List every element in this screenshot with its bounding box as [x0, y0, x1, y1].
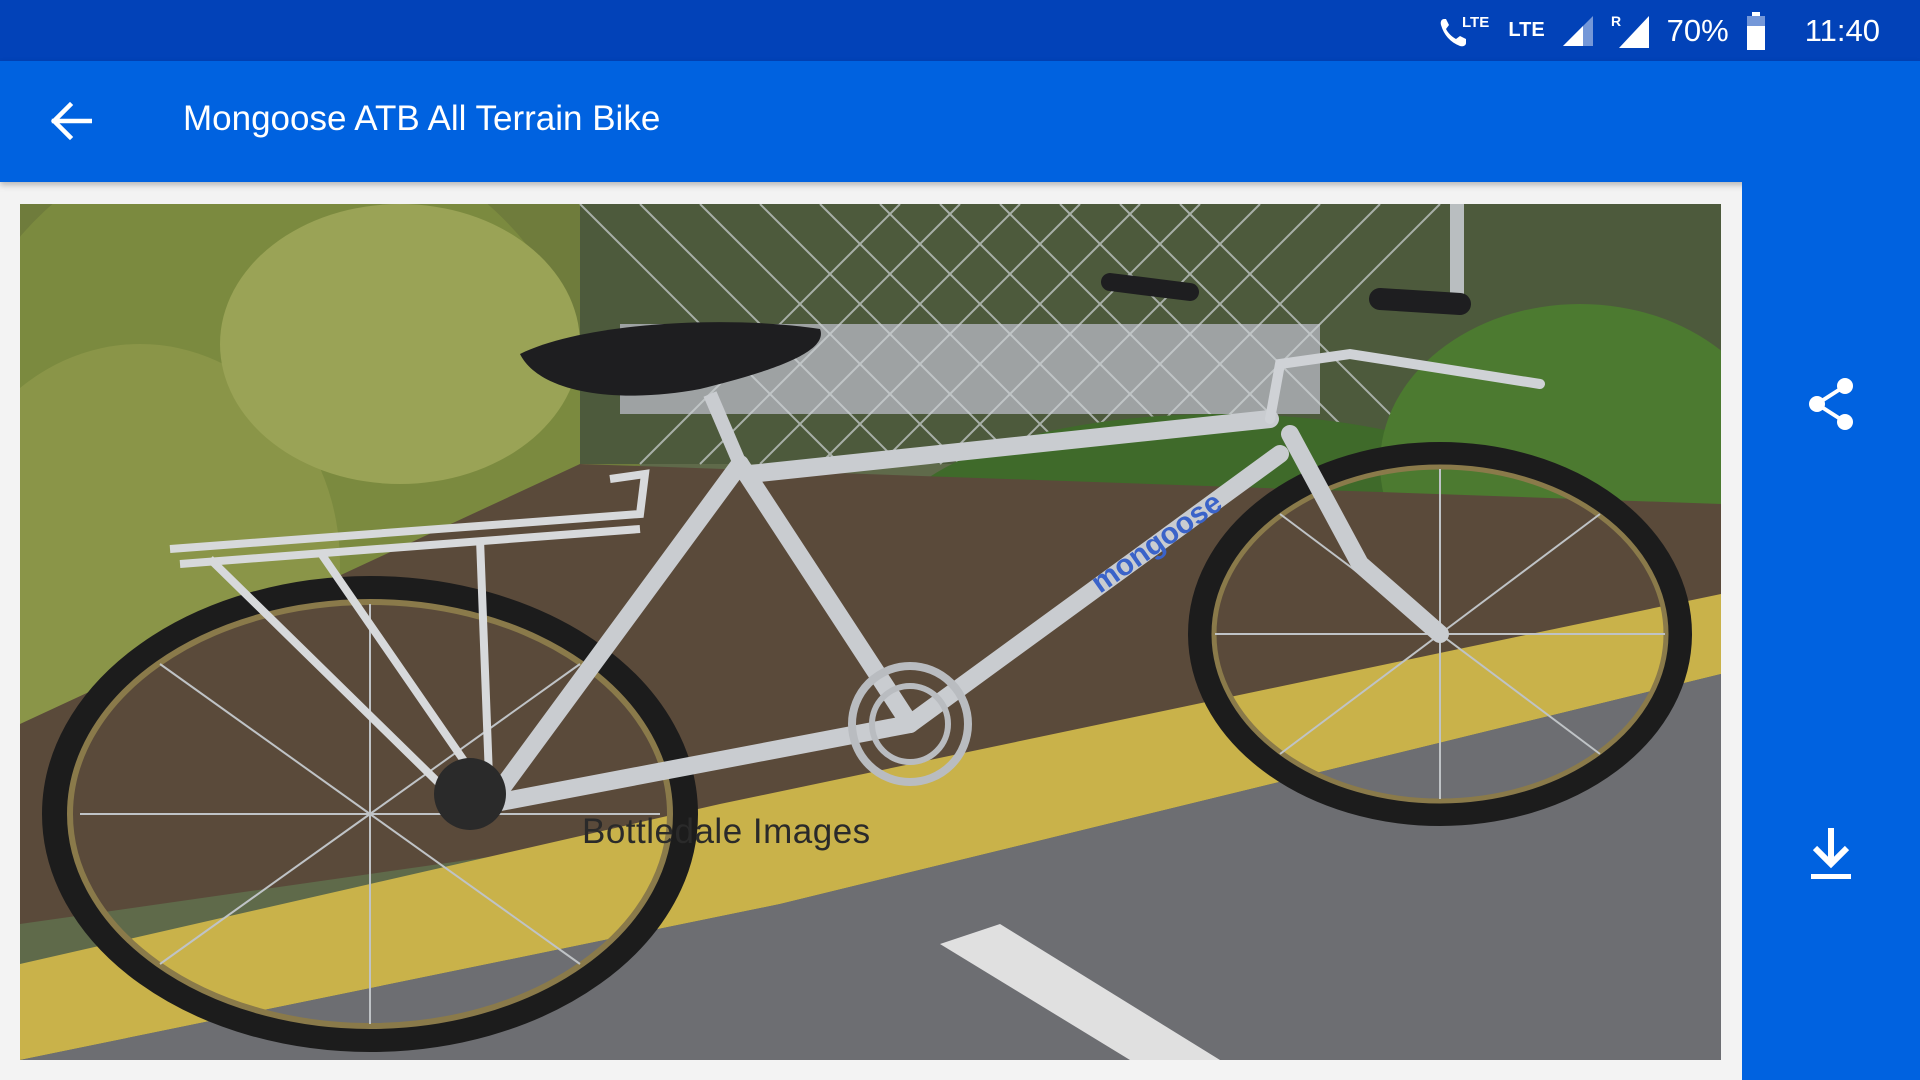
battery-icon	[1745, 11, 1767, 51]
download-icon	[1809, 826, 1853, 887]
status-bar-right: LTE LTE R 70% 11:40	[1436, 0, 1880, 61]
roaming-signal-icon: R	[1611, 12, 1651, 50]
share-button[interactable]	[1799, 374, 1863, 438]
side-action-panel	[1742, 182, 1920, 1080]
share-icon	[1805, 376, 1857, 437]
clock: 11:40	[1804, 12, 1880, 48]
download-button[interactable]	[1799, 824, 1863, 888]
photo-watermark: Bottledale Images	[582, 812, 871, 851]
arrow-left-icon	[48, 101, 93, 146]
svg-text:R: R	[1611, 13, 1621, 29]
product-photo[interactable]: mongoose Bottledale Images	[20, 204, 1721, 1060]
battery-percent: 70%	[1666, 12, 1729, 48]
page-title: Mongoose ATB All Terrain Bike	[183, 99, 661, 138]
signal-icon	[1561, 14, 1595, 48]
app-bar: Mongoose ATB All Terrain Bike	[0, 61, 1920, 182]
svg-text:LTE: LTE	[1462, 14, 1489, 31]
lte-label: LTE	[1508, 19, 1545, 41]
back-button[interactable]	[38, 91, 102, 155]
phone-lte-icon: LTE	[1436, 11, 1492, 51]
status-bar: LTE LTE R 70% 11:40	[0, 0, 1920, 61]
